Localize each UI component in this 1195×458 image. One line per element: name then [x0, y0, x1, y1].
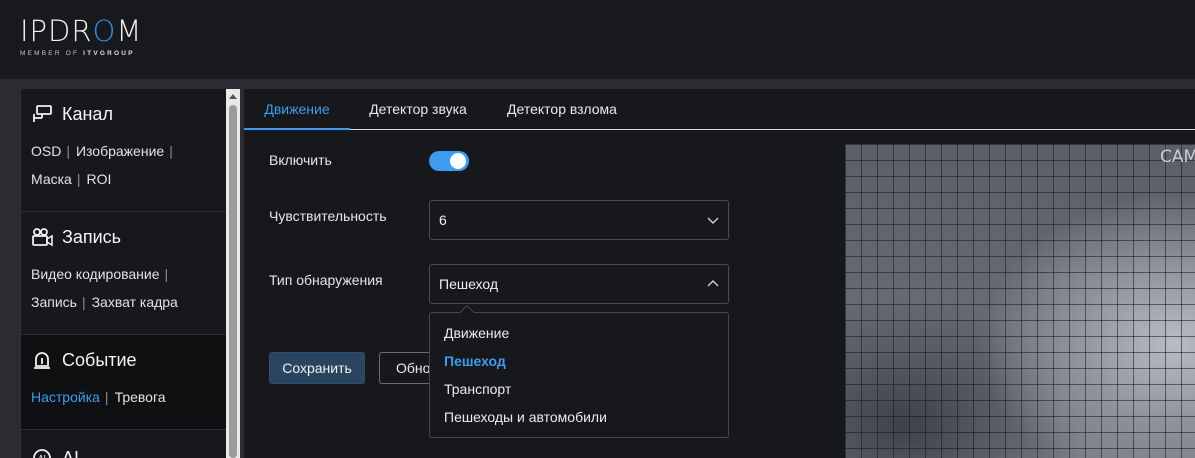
tab-tamper-detector[interactable]: Детектор взлома [498, 89, 626, 130]
tab-motion[interactable]: Движение [244, 89, 350, 130]
detection-grid[interactable] [845, 144, 1195, 458]
logo-sub-prefix: MEMBER OF [20, 50, 84, 57]
tab-sound-detector[interactable]: Детектор звука [358, 89, 478, 130]
sensitivity-value: 6 [439, 212, 447, 228]
ai-icon: AI [33, 449, 51, 458]
sidebar-section-record: Запись Видео кодирование | Запись | Захват … [21, 212, 226, 335]
sensitivity-label: Чувствительность [269, 208, 387, 224]
alarm-icon [34, 352, 50, 369]
sidebar-title-channel[interactable]: Канал [62, 104, 113, 125]
dropdown-option-pedestrian-and-vehicle[interactable]: Пешеходы и автомобили [430, 403, 728, 431]
sidebar-link-alarm[interactable]: Тревога [115, 389, 166, 405]
sidebar-section-channel: Канал OSD | Изображение | Маска | ROI [21, 89, 226, 212]
sidebar-link-recording[interactable]: Запись [31, 294, 77, 310]
logo-dr: DR [48, 14, 93, 48]
preview-camera-label: CAM [1160, 147, 1195, 167]
tab-bar: Движение Детектор звука Детектор взлома [244, 89, 1195, 130]
sidebar-link-mask[interactable]: Маска [31, 171, 72, 187]
sidebar-link-video-encoding[interactable]: Видео кодирование [31, 266, 160, 282]
dropdown-option-pedestrian[interactable]: Пешеход [430, 347, 728, 375]
svg-text:AI: AI [38, 454, 46, 458]
dropdown-option-vehicle[interactable]: Транспорт [430, 375, 728, 403]
logo-sub-group: ITVGROUP [83, 50, 135, 57]
sidebar-link-settings[interactable]: Настройка [31, 389, 100, 405]
chevron-down-icon [707, 217, 719, 224]
video-camera-icon [32, 228, 53, 247]
detection-type-dropdown: Движение Пешеход Транспорт Пешеходы и ав… [429, 304, 729, 438]
sidebar-link-roi[interactable]: ROI [86, 171, 111, 187]
main-content: Движение Детектор звука Детектор взлома … [244, 89, 1195, 458]
ipdrom-logo: IPDROM MEMBER OF ITVGROUP [20, 16, 142, 58]
enable-toggle[interactable] [429, 151, 469, 171]
sidebar-link-osd[interactable]: OSD [31, 143, 61, 159]
sensitivity-select[interactable]: 6 [429, 200, 729, 240]
logo-ip: IP [20, 14, 49, 48]
save-button[interactable]: Сохранить [269, 352, 365, 384]
sidebar-link-image[interactable]: Изображение [76, 143, 164, 159]
camera-preview[interactable]: CAM [845, 144, 1195, 458]
logo-m: M [116, 14, 143, 48]
toggle-knob [450, 153, 466, 169]
scroll-up-arrow-icon[interactable] [226, 89, 240, 103]
scrollbar-thumb[interactable] [229, 105, 237, 458]
detection-type-select[interactable]: Пешеход [429, 264, 729, 304]
camera-icon [33, 105, 52, 122]
sidebar-section-event: Событие Настройка | Тревога [21, 335, 226, 430]
sidebar-scrollbar[interactable] [226, 89, 240, 458]
sidebar: Канал OSD | Изображение | Маска | ROI Запись … [20, 89, 226, 458]
sidebar-link-snapshot[interactable]: Захват кадра [92, 294, 178, 310]
detection-type-value: Пешеход [439, 276, 499, 292]
sidebar-title-ai[interactable]: AI [62, 448, 79, 458]
enable-label: Включить [269, 152, 332, 168]
sidebar-title-event[interactable]: Событие [62, 350, 137, 371]
sidebar-title-record[interactable]: Запись [62, 227, 121, 248]
sidebar-section-ai: AI AI [21, 430, 226, 458]
dropdown-option-motion[interactable]: Движение [430, 319, 728, 347]
logo-o: O [92, 14, 117, 48]
top-header: IPDROM MEMBER OF ITVGROUP [0, 0, 1195, 79]
detection-type-label: Тип обнаружения [269, 272, 383, 288]
dropdown-pointer [459, 304, 475, 320]
chevron-up-icon [707, 280, 719, 287]
